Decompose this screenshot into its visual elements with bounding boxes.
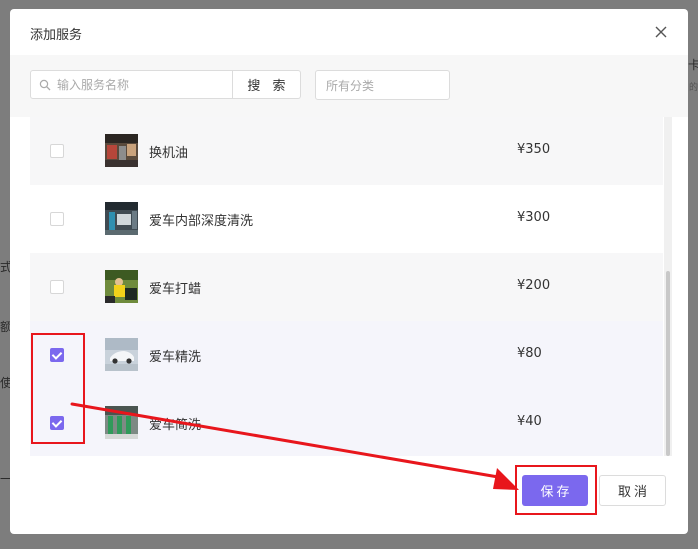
service-price: ¥300 bbox=[517, 210, 551, 225]
dialog-header: 添加服务 bbox=[10, 9, 688, 55]
service-row[interactable]: 爱车打蜡 ¥200 bbox=[30, 253, 663, 321]
service-thumbnail bbox=[105, 406, 138, 439]
dialog-title: 添加服务 bbox=[30, 28, 83, 43]
add-service-dialog: 添加服务 搜 索 所有分类 bbox=[10, 9, 688, 534]
category-select[interactable]: 所有分类 bbox=[315, 70, 450, 100]
service-thumbnail bbox=[105, 338, 138, 371]
save-button[interactable]: 保存 bbox=[522, 475, 588, 506]
service-price: ¥350 bbox=[517, 142, 551, 157]
service-thumbnail bbox=[105, 134, 138, 167]
service-row[interactable]: 爱车内部深度清洗 ¥300 bbox=[30, 185, 663, 253]
service-row[interactable]: 爱车精洗 ¥80 bbox=[30, 321, 663, 389]
background-text-fragment: 卡 bbox=[688, 58, 698, 72]
service-checkbox[interactable] bbox=[50, 212, 64, 226]
service-thumbnail bbox=[105, 270, 138, 303]
service-name: 爱车打蜡 bbox=[149, 282, 202, 297]
service-price: ¥40 bbox=[517, 414, 542, 429]
cancel-button[interactable]: 取消 bbox=[599, 475, 666, 506]
search-button[interactable]: 搜 索 bbox=[233, 70, 301, 99]
close-button[interactable] bbox=[651, 22, 671, 42]
service-name: 爱车内部深度清洗 bbox=[149, 214, 254, 229]
service-price: ¥80 bbox=[517, 346, 542, 361]
service-list[interactable]: 换机油 ¥350 爱车内部深度清洗 ¥300 爱车打蜡 ¥200 爱车精洗 ¥8… bbox=[30, 117, 672, 456]
service-row[interactable]: 换机油 ¥350 bbox=[30, 117, 663, 185]
service-checkbox[interactable] bbox=[50, 144, 64, 158]
service-row[interactable]: 爱车简洗 ¥40 bbox=[30, 389, 663, 456]
service-price: ¥200 bbox=[517, 278, 551, 293]
service-name: 爱车简洗 bbox=[149, 418, 202, 433]
search-field[interactable] bbox=[30, 70, 233, 99]
service-checkbox[interactable] bbox=[50, 348, 64, 362]
close-icon bbox=[655, 26, 667, 38]
list-scrollbar-thumb[interactable] bbox=[666, 271, 670, 456]
service-checkbox[interactable] bbox=[50, 416, 64, 430]
search-input[interactable] bbox=[55, 74, 229, 95]
background-text-fragment: 的 bbox=[689, 83, 698, 93]
service-name: 换机油 bbox=[149, 146, 189, 161]
service-checkbox[interactable] bbox=[50, 280, 64, 294]
search-icon bbox=[39, 79, 51, 91]
service-thumbnail bbox=[105, 202, 138, 235]
service-name: 爱车精洗 bbox=[149, 350, 202, 365]
